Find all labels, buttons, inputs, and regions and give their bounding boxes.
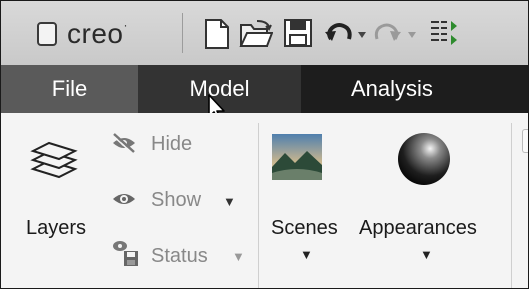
status-button[interactable]: Status — [151, 245, 208, 268]
status-dropdown-caret[interactable]: ▼ — [232, 249, 245, 264]
group-separator — [511, 123, 512, 288]
show-dropdown-caret[interactable]: ▼ — [223, 194, 236, 209]
logo-text: creo — [67, 18, 124, 49]
show-button[interactable]: Show — [151, 189, 201, 212]
scenes-dropdown-caret[interactable]: ▼ — [300, 247, 313, 262]
toolbar-separator — [182, 13, 183, 53]
open-folder-icon[interactable] — [239, 19, 273, 49]
redo-icon[interactable] — [373, 19, 403, 47]
scenes-button[interactable]: Scenes — [271, 217, 338, 240]
layers-button[interactable]: Layers — [26, 217, 86, 240]
regenerate-icon[interactable] — [429, 17, 459, 49]
hide-eye-icon — [111, 133, 135, 153]
ribbon-tab-bar: File Model Analysis — [1, 65, 528, 113]
save-icon[interactable] — [284, 19, 312, 47]
quick-access-toolbar: creo · — [1, 1, 528, 65]
logo-box-icon — [37, 22, 57, 46]
redo-dropdown-icon[interactable] — [407, 31, 417, 39]
undo-dropdown-icon[interactable] — [357, 31, 367, 39]
next-group-edge — [522, 129, 528, 153]
group-separator — [258, 123, 259, 288]
appearances-sphere-icon[interactable] — [396, 131, 452, 187]
show-eye-icon — [113, 194, 135, 204]
new-file-icon[interactable] — [204, 19, 230, 49]
tab-file[interactable]: File — [1, 65, 138, 113]
layers-icon[interactable] — [29, 135, 79, 185]
scenes-icon[interactable] — [271, 133, 323, 181]
creo-logo: creo · — [37, 18, 128, 49]
undo-icon[interactable] — [323, 19, 353, 47]
appearances-button[interactable]: Appearances — [359, 217, 477, 240]
tab-analysis[interactable]: Analysis — [301, 65, 528, 113]
hide-button[interactable]: Hide — [151, 133, 192, 156]
logo-mark: · — [123, 18, 128, 32]
app-window: creo · File Model Analysis Layers Hide S… — [0, 0, 529, 289]
appearances-dropdown-caret[interactable]: ▼ — [420, 247, 433, 262]
status-icon — [113, 241, 138, 266]
ribbon-panel: Layers Hide Show ▼ Status ▼ Scenes ▼ App… — [1, 113, 528, 288]
